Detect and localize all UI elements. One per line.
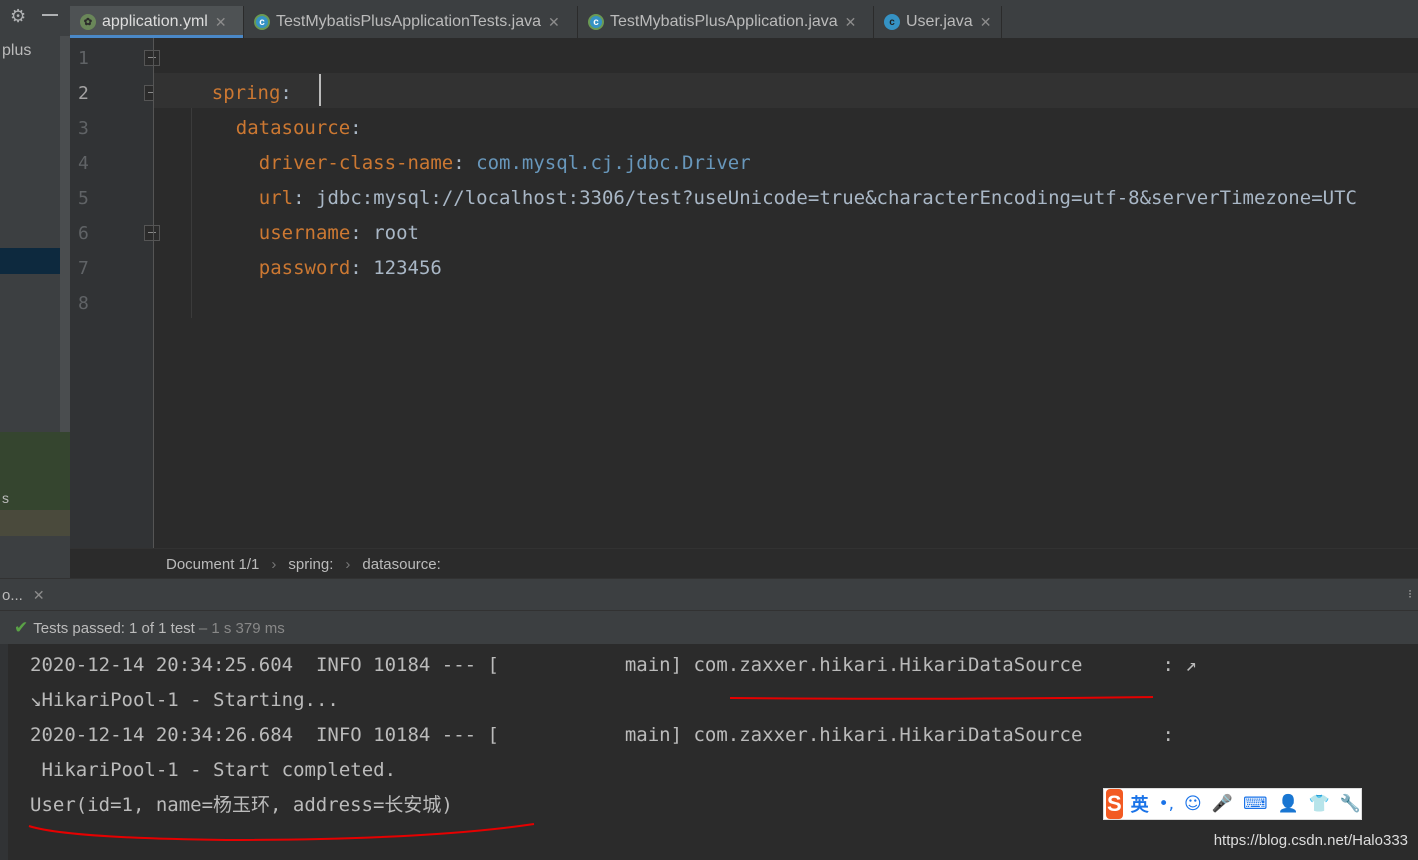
spring-app-icon: c	[588, 14, 604, 30]
line-number: 7	[78, 258, 89, 279]
line-number: 8	[78, 293, 89, 314]
tab-label: TestMybatisPlusApplicationTests.java	[276, 13, 542, 30]
console-gutter	[0, 644, 8, 860]
yaml-value: jdbc:mysql://localhost:3306/test?useUnic…	[316, 187, 1357, 209]
project-tree-highlight	[0, 432, 70, 510]
tests-count: 1 of 1 test	[128, 619, 195, 637]
close-icon[interactable]: ✕	[980, 14, 992, 31]
user-icon[interactable]: 👤	[1277, 794, 1298, 814]
yaml-leaf-icon: ✿	[80, 14, 96, 30]
watermark-text: https://blog.csdn.net/Halo333	[1213, 832, 1408, 849]
line-number: 2	[78, 83, 89, 104]
ime-logo[interactable]: S	[1106, 789, 1123, 819]
gear-icon[interactable]: ⚙	[10, 6, 26, 27]
code-line[interactable]: url: jdbc:mysql://localhost:3306/test?us…	[213, 146, 1357, 209]
line-number: 3	[78, 118, 89, 139]
breadcrumb-separator: ›	[271, 555, 277, 573]
tab-label: TestMybatisPlusApplication.java	[610, 13, 838, 30]
tab-testmybatisplusapplication[interactable]: c TestMybatisPlusApplication.java ✕	[578, 6, 874, 38]
tab-label: application.yml	[102, 13, 208, 30]
text-caret	[319, 74, 321, 106]
check-icon: ✔	[14, 618, 29, 637]
breadcrumb-spring[interactable]: spring:	[288, 556, 333, 573]
breadcrumb: Document 1/1 › spring: › datasource:	[70, 548, 1418, 579]
code-line[interactable]: username: root	[213, 181, 419, 244]
line-number: 5	[78, 188, 89, 209]
editor-tab-bar: ✿ application.yml ✕ c TestMybatisPlusApp…	[70, 6, 1418, 39]
console-line: 2020-12-14 20:34:26.684 INFO 10184 --- […	[30, 724, 1174, 746]
run-tab[interactable]: o... ✕	[0, 579, 45, 611]
fold-toggle-icon[interactable]	[144, 50, 160, 66]
close-icon[interactable]: ✕	[845, 14, 857, 31]
code-line[interactable]: spring:	[166, 41, 292, 104]
code-line[interactable]: password: 123456	[213, 216, 442, 279]
breadcrumb-datasource[interactable]: datasource:	[362, 556, 440, 573]
settings-icon[interactable]: 🔧	[1340, 794, 1361, 814]
breadcrumb-separator: ›	[345, 555, 351, 573]
tab-label: User.java	[906, 13, 973, 30]
close-icon[interactable]: ✕	[548, 14, 560, 31]
project-panel: ⚙ plus s	[0, 0, 70, 578]
project-tree-selected-row[interactable]	[0, 248, 60, 274]
options-icon[interactable]: ⁝	[1408, 587, 1412, 601]
run-tool-window-header: o... ✕ ⁝	[0, 578, 1418, 611]
punctuation-icon[interactable]: •,	[1159, 794, 1174, 814]
yaml-value: 123456	[373, 257, 442, 279]
console-line: HikariPool-1 - Start completed.	[30, 759, 397, 781]
test-status-bar: ✔ Tests passed: 1 of 1 test – 1 s 379 ms	[0, 610, 1418, 645]
line-number-gutter: 1 2 3 4 5 6 7 8	[70, 38, 160, 548]
tests-passed-label: Tests passed:	[33, 619, 125, 637]
skin-icon[interactable]: 👕	[1309, 794, 1330, 814]
run-tab-label: o...	[2, 586, 23, 604]
fold-toggle-icon[interactable]	[144, 225, 160, 241]
project-tree-item[interactable]: s	[2, 490, 9, 506]
close-icon[interactable]: ✕	[215, 14, 227, 31]
project-tree-label[interactable]: plus	[2, 42, 31, 60]
hide-panel-icon[interactable]	[42, 14, 58, 16]
ime-language-toggle[interactable]: 英	[1131, 791, 1149, 817]
microphone-icon[interactable]: 🎤	[1212, 794, 1233, 814]
gutter-divider	[153, 38, 154, 548]
line-number: 4	[78, 153, 89, 174]
tests-duration: – 1 s 379 ms	[198, 619, 285, 637]
project-scrollbar[interactable]	[60, 36, 70, 446]
spring-test-icon: c	[254, 14, 270, 30]
code-editor[interactable]: 1 2 3 4 5 6 7 8 spring: datasource: driv…	[70, 38, 1418, 548]
line-number: 1	[78, 48, 89, 69]
tab-application-yml[interactable]: ✿ application.yml ✕	[70, 6, 244, 38]
keyboard-icon[interactable]: ⌨	[1243, 794, 1268, 814]
yaml-colon: :	[350, 257, 362, 279]
breadcrumb-document[interactable]: Document 1/1	[166, 556, 259, 573]
close-icon[interactable]: ✕	[33, 587, 45, 604]
line-number: 6	[78, 223, 89, 244]
class-icon: c	[884, 14, 900, 30]
console-output[interactable]: 2020-12-14 20:34:25.604 INFO 10184 --- […	[0, 644, 1418, 860]
console-line: User(id=1, name=杨玉环, address=长安城)	[30, 794, 453, 816]
ime-toolbar[interactable]: S 英 •, ☺ 🎤 ⌨ 👤 👕 🔧	[1103, 788, 1362, 820]
emoji-icon[interactable]: ☺	[1184, 794, 1202, 814]
tab-testmybatisplusapplicationtests[interactable]: c TestMybatisPlusApplicationTests.java ✕	[244, 6, 578, 38]
tab-user-java[interactable]: c User.java ✕	[874, 6, 1002, 38]
yaml-key: password	[258, 257, 351, 279]
console-line: ↘HikariPool-1 - Starting...	[30, 689, 339, 711]
console-line: 2020-12-14 20:34:25.604 INFO 10184 --- […	[30, 654, 1197, 676]
code-line[interactable]: datasource:	[190, 76, 362, 139]
code-line[interactable]: driver-class-name: com.mysql.cj.jdbc.Dri…	[213, 111, 751, 174]
project-tree-row[interactable]	[0, 510, 70, 536]
